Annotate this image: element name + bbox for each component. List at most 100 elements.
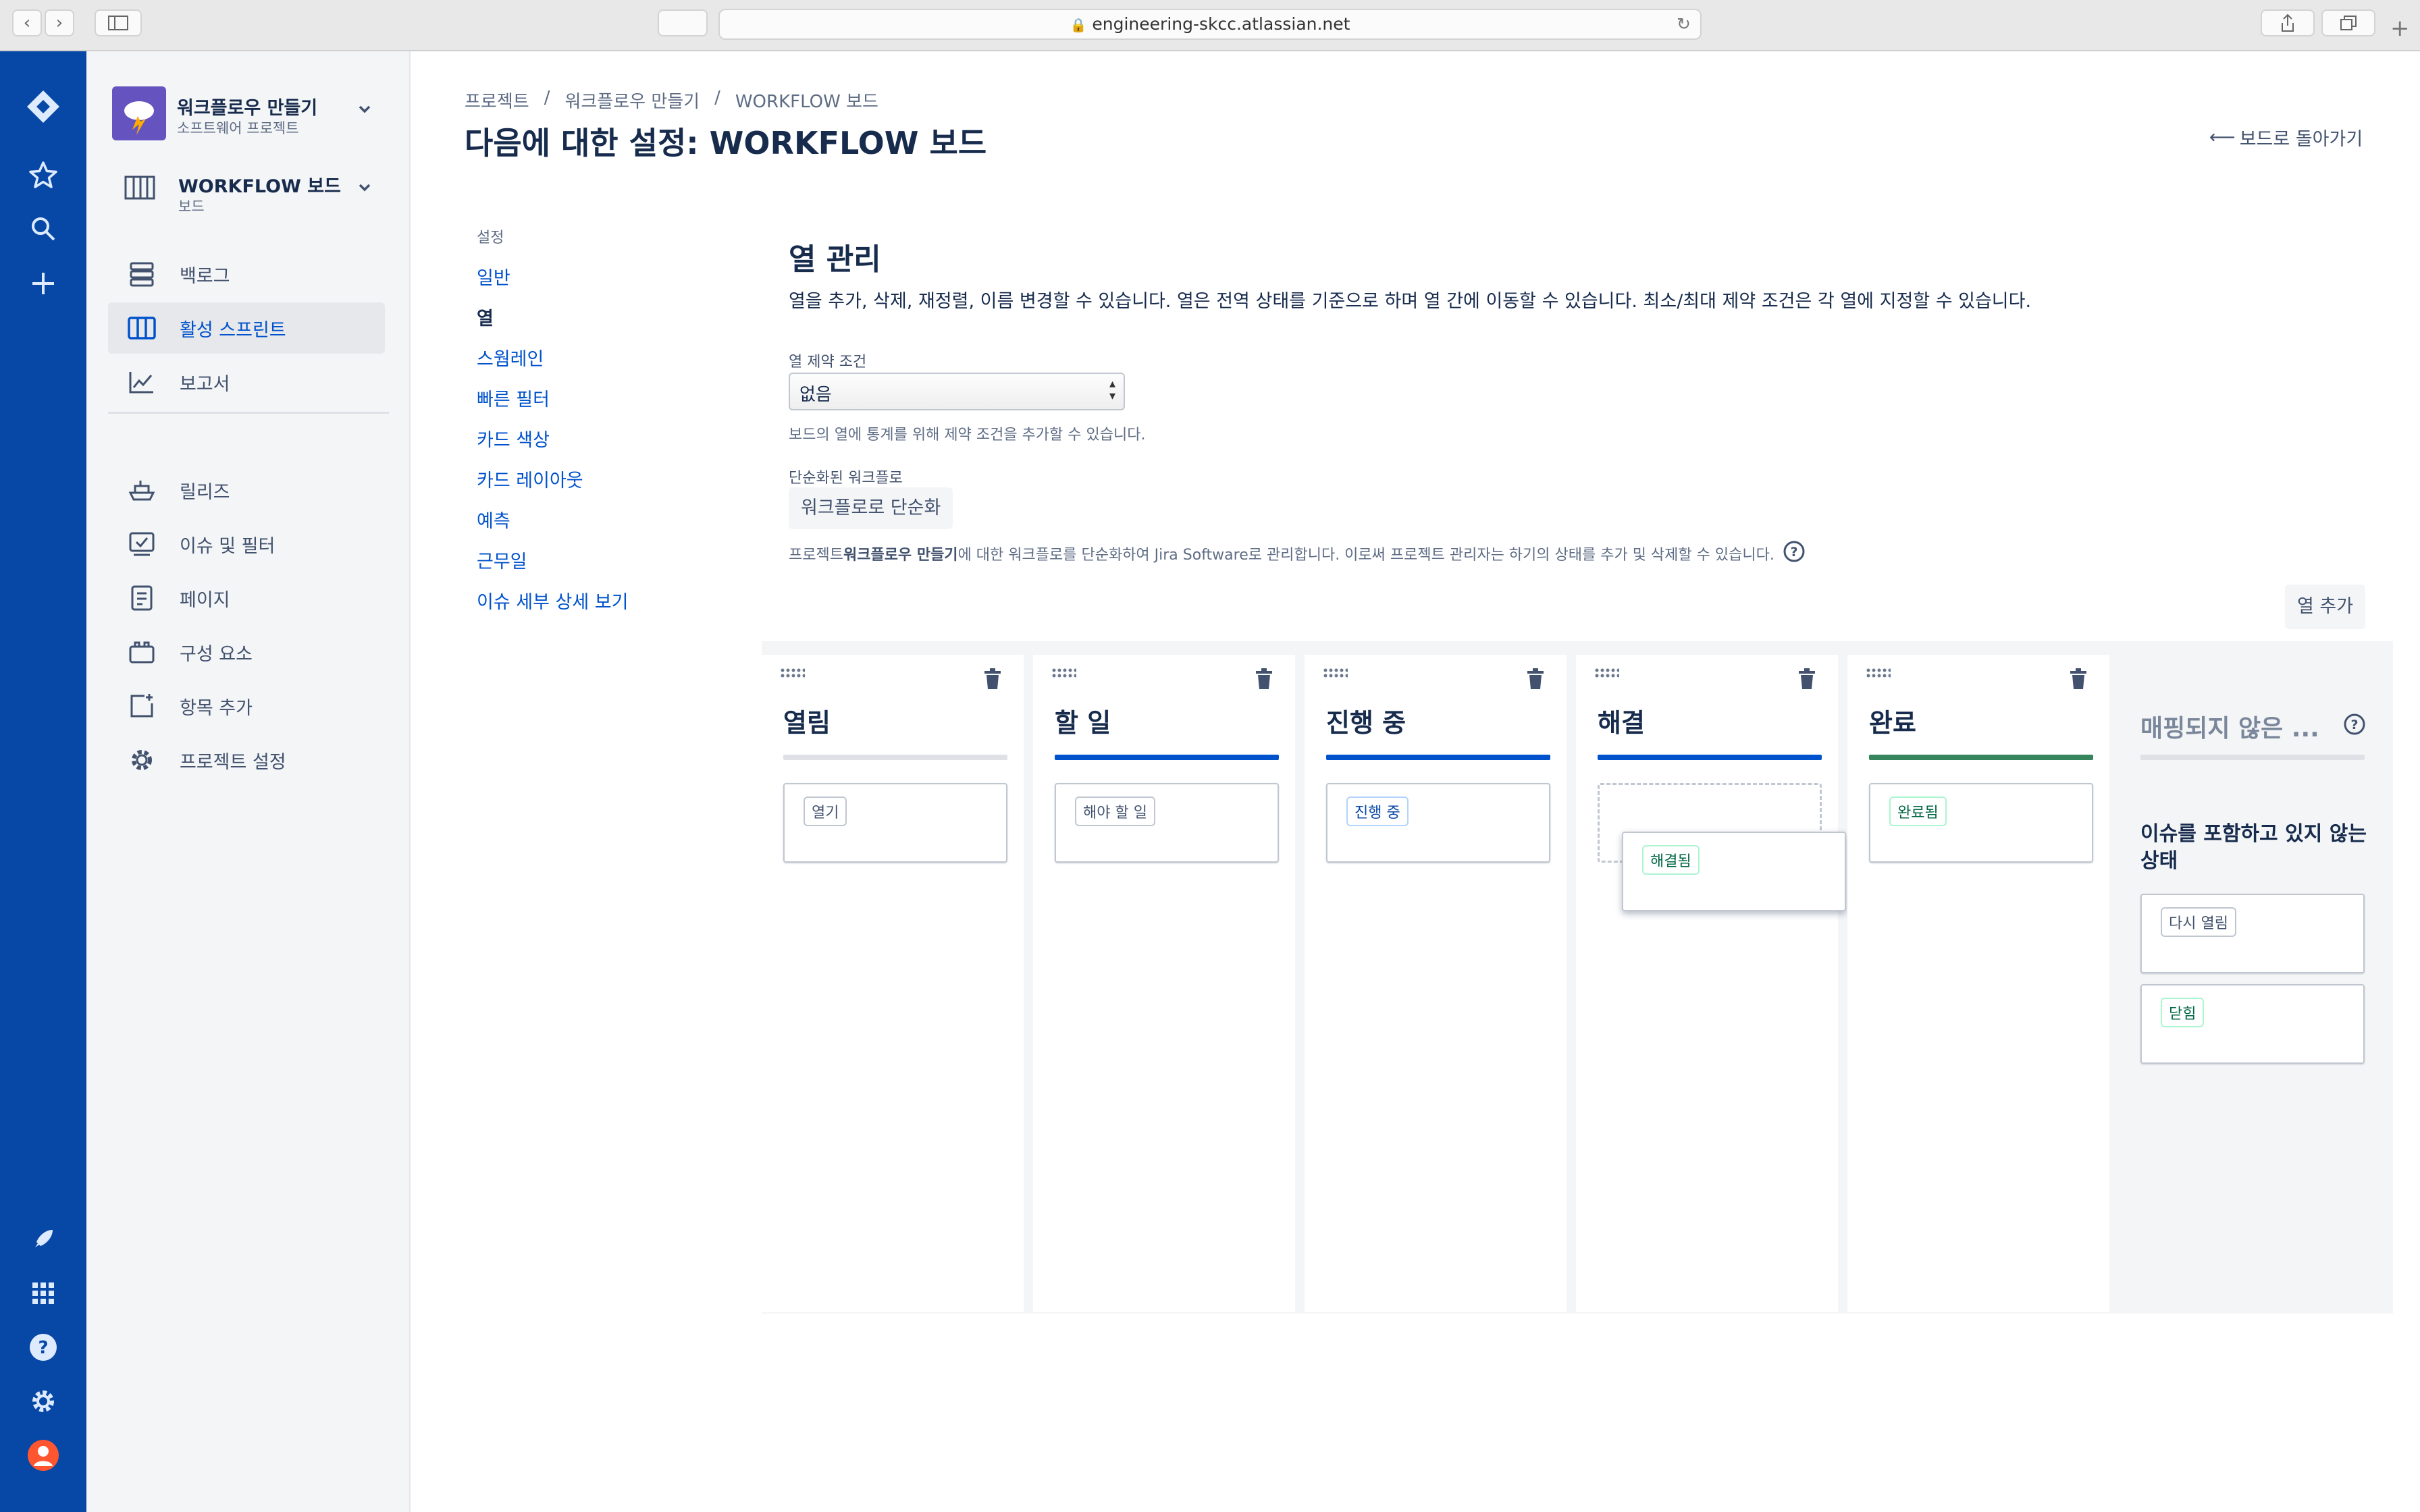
settings-nav-general[interactable]: 일반 bbox=[477, 263, 510, 290]
column-color-bar bbox=[783, 755, 1007, 760]
settings-nav-columns[interactable]: 열 bbox=[477, 304, 494, 330]
lock-icon: 🔒 bbox=[1070, 17, 1087, 33]
board-column[interactable]: 해결 bbox=[1576, 655, 1838, 1312]
profile-avatar-icon[interactable] bbox=[23, 1435, 63, 1476]
column-title[interactable]: 진행 중 bbox=[1326, 702, 1406, 739]
search-icon[interactable] bbox=[23, 209, 63, 249]
constraint-label: 열 제약 조건 bbox=[789, 354, 867, 371]
reload-icon[interactable]: ↻ bbox=[1677, 10, 1691, 38]
sidebar-toggle-button[interactable] bbox=[95, 9, 142, 36]
trash-icon[interactable] bbox=[2069, 668, 2088, 690]
project-sidebar: 워크플로우 만들기 소프트웨어 프로젝트 WORKFLOW 보드 보드 백로그 … bbox=[86, 51, 411, 1512]
sidebar-item-components[interactable]: 구성 요소 bbox=[108, 626, 385, 678]
status-card[interactable]: 다시 열림 bbox=[2140, 894, 2365, 973]
status-card[interactable]: 해야 할 일 bbox=[1055, 783, 1279, 863]
settings-nav-working-days[interactable]: 근무일 bbox=[477, 547, 527, 573]
help-icon[interactable]: ? bbox=[23, 1327, 63, 1368]
drag-handle-icon[interactable] bbox=[1595, 668, 1619, 682]
status-lozenge: 다시 열림 bbox=[2161, 907, 2236, 937]
drag-handle-icon[interactable] bbox=[1323, 668, 1348, 682]
status-card[interactable]: 진행 중 bbox=[1326, 783, 1550, 863]
sidebar-item-reports[interactable]: 보고서 bbox=[108, 356, 385, 408]
status-card[interactable]: 완료됨 bbox=[1869, 783, 2093, 863]
rocket-icon[interactable] bbox=[23, 1219, 63, 1260]
column-title[interactable]: 완료 bbox=[1869, 702, 1916, 739]
unmapped-subtitle: 이슈를 포함하고 있지 않는 상태 bbox=[2140, 822, 2367, 873]
settings-nav-estimation[interactable]: 예측 bbox=[477, 506, 510, 533]
board-type: 보드 bbox=[178, 198, 205, 215]
simplify-workflow-button[interactable]: 워크플로로 단순화 bbox=[789, 487, 953, 529]
breadcrumb-board[interactable]: WORKFLOW 보드 bbox=[735, 88, 878, 113]
column-color-bar bbox=[2140, 755, 2365, 760]
backlog-icon bbox=[124, 256, 159, 292]
sidebar-item-active-sprint[interactable]: 활성 스프린트 bbox=[108, 302, 385, 354]
drag-handle-icon[interactable] bbox=[1052, 668, 1076, 682]
sidebar-item-add-item[interactable]: 항목 추가 bbox=[108, 680, 385, 732]
star-icon[interactable] bbox=[23, 155, 63, 196]
create-icon[interactable] bbox=[23, 263, 63, 304]
add-column-button[interactable]: 열 추가 bbox=[2285, 585, 2366, 629]
tab-button[interactable] bbox=[658, 9, 708, 36]
unmapped-statuses-column: 매핑되지 않은 ... ? 이슈를 포함하고 있지 않는 상태 다시 열림 닫힘 bbox=[2119, 655, 2393, 1312]
trash-icon[interactable] bbox=[1255, 668, 1273, 690]
settings-nav-quick-filters[interactable]: 빠른 필터 bbox=[477, 385, 550, 411]
drag-handle-icon[interactable] bbox=[1866, 668, 1891, 682]
settings-nav-card-layout[interactable]: 카드 레이아웃 bbox=[477, 466, 583, 492]
forward-button[interactable]: › bbox=[45, 9, 74, 36]
back-button[interactable]: ‹ bbox=[12, 9, 42, 36]
simplify-help: 프로젝트 워크플로우 만들기 에 대한 워크플로를 단순화하여 Jira Soft… bbox=[789, 540, 1806, 567]
status-lozenge: 완료됨 bbox=[1889, 796, 1947, 826]
new-tab-button[interactable]: + bbox=[2390, 15, 2410, 42]
arrow-left-icon: ⟵ bbox=[2209, 127, 2236, 148]
chevron-down-icon bbox=[357, 101, 373, 120]
board-column[interactable]: 진행 중 진행 중 bbox=[1305, 655, 1567, 1312]
status-card[interactable]: 열기 bbox=[783, 783, 1007, 863]
board-column[interactable]: 할 일 해야 할 일 bbox=[1033, 655, 1295, 1312]
board-icon bbox=[124, 174, 155, 204]
column-title[interactable]: 열림 bbox=[783, 702, 831, 739]
settings-nav-issue-detail-view[interactable]: 이슈 세부 상세 보기 bbox=[477, 587, 628, 614]
sidebar-item-issues-filters[interactable]: 이슈 및 필터 bbox=[108, 518, 385, 570]
board-column[interactable]: 완료 완료됨 bbox=[1847, 655, 2109, 1312]
settings-nav-card-colors[interactable]: 카드 색상 bbox=[477, 425, 550, 452]
simplified-label: 단순화된 워크플로 bbox=[789, 470, 903, 487]
column-title[interactable]: 할 일 bbox=[1055, 702, 1111, 739]
dragged-status-card[interactable]: 해결됨 bbox=[1622, 832, 1846, 911]
help-circle-icon[interactable]: ? bbox=[1783, 540, 1806, 567]
browser-toolbar: ‹ › 🔒 engineering-skcc.atlassian.net ↻ + bbox=[0, 0, 2420, 51]
sprint-board-icon bbox=[124, 310, 159, 346]
trash-icon[interactable] bbox=[1526, 668, 1545, 690]
sidebar-item-releases[interactable]: 릴리즈 bbox=[108, 464, 385, 516]
app-switcher-icon[interactable] bbox=[23, 1273, 63, 1314]
project-switcher[interactable]: 워크플로우 만들기 소프트웨어 프로젝트 bbox=[112, 86, 382, 140]
share-button[interactable] bbox=[2261, 9, 2315, 36]
board-switcher[interactable]: WORKFLOW 보드 보드 bbox=[124, 171, 381, 215]
help-circle-icon[interactable]: ? bbox=[2343, 713, 2366, 738]
constraint-select[interactable]: 없음 ▴ ▾ bbox=[789, 373, 1125, 410]
address-bar[interactable]: 🔒 engineering-skcc.atlassian.net ↻ bbox=[718, 9, 1702, 40]
settings-gear-icon[interactable] bbox=[23, 1381, 63, 1422]
project-avatar bbox=[112, 86, 166, 140]
tabs-overview-button[interactable] bbox=[2321, 9, 2375, 36]
status-lozenge: 닫힘 bbox=[2161, 998, 2205, 1027]
sidebar-item-backlog[interactable]: 백로그 bbox=[108, 248, 385, 300]
breadcrumb-project-name[interactable]: 워크플로우 만들기 bbox=[564, 88, 700, 113]
jira-logo-icon[interactable] bbox=[23, 86, 63, 127]
column-color-bar bbox=[1055, 755, 1279, 760]
status-card[interactable]: 닫힘 bbox=[2140, 984, 2365, 1064]
board-column[interactable]: 열림 열기 bbox=[762, 655, 1024, 1312]
sidebar-item-project-settings[interactable]: 프로젝트 설정 bbox=[108, 734, 385, 786]
breadcrumb-project[interactable]: 프로젝트 bbox=[465, 88, 529, 113]
sidebar-item-pages[interactable]: 페이지 bbox=[108, 572, 385, 624]
settings-nav-swimlanes[interactable]: 스웜레인 bbox=[477, 344, 544, 371]
column-title[interactable]: 해결 bbox=[1598, 702, 1645, 739]
svg-text:?: ? bbox=[1790, 545, 1797, 560]
drag-handle-icon[interactable] bbox=[781, 668, 805, 682]
url-text: engineering-skcc.atlassian.net bbox=[1092, 14, 1350, 34]
trash-icon[interactable] bbox=[1797, 668, 1816, 690]
back-to-board-label: 보드로 돌아가기 bbox=[2239, 129, 2363, 150]
project-name: 워크플로우 만들기 bbox=[177, 98, 318, 119]
tabs-icon bbox=[2340, 16, 2357, 30]
trash-icon[interactable] bbox=[983, 668, 1002, 690]
back-to-board-link[interactable]: ⟵ 보드로 돌아가기 bbox=[2209, 124, 2363, 151]
